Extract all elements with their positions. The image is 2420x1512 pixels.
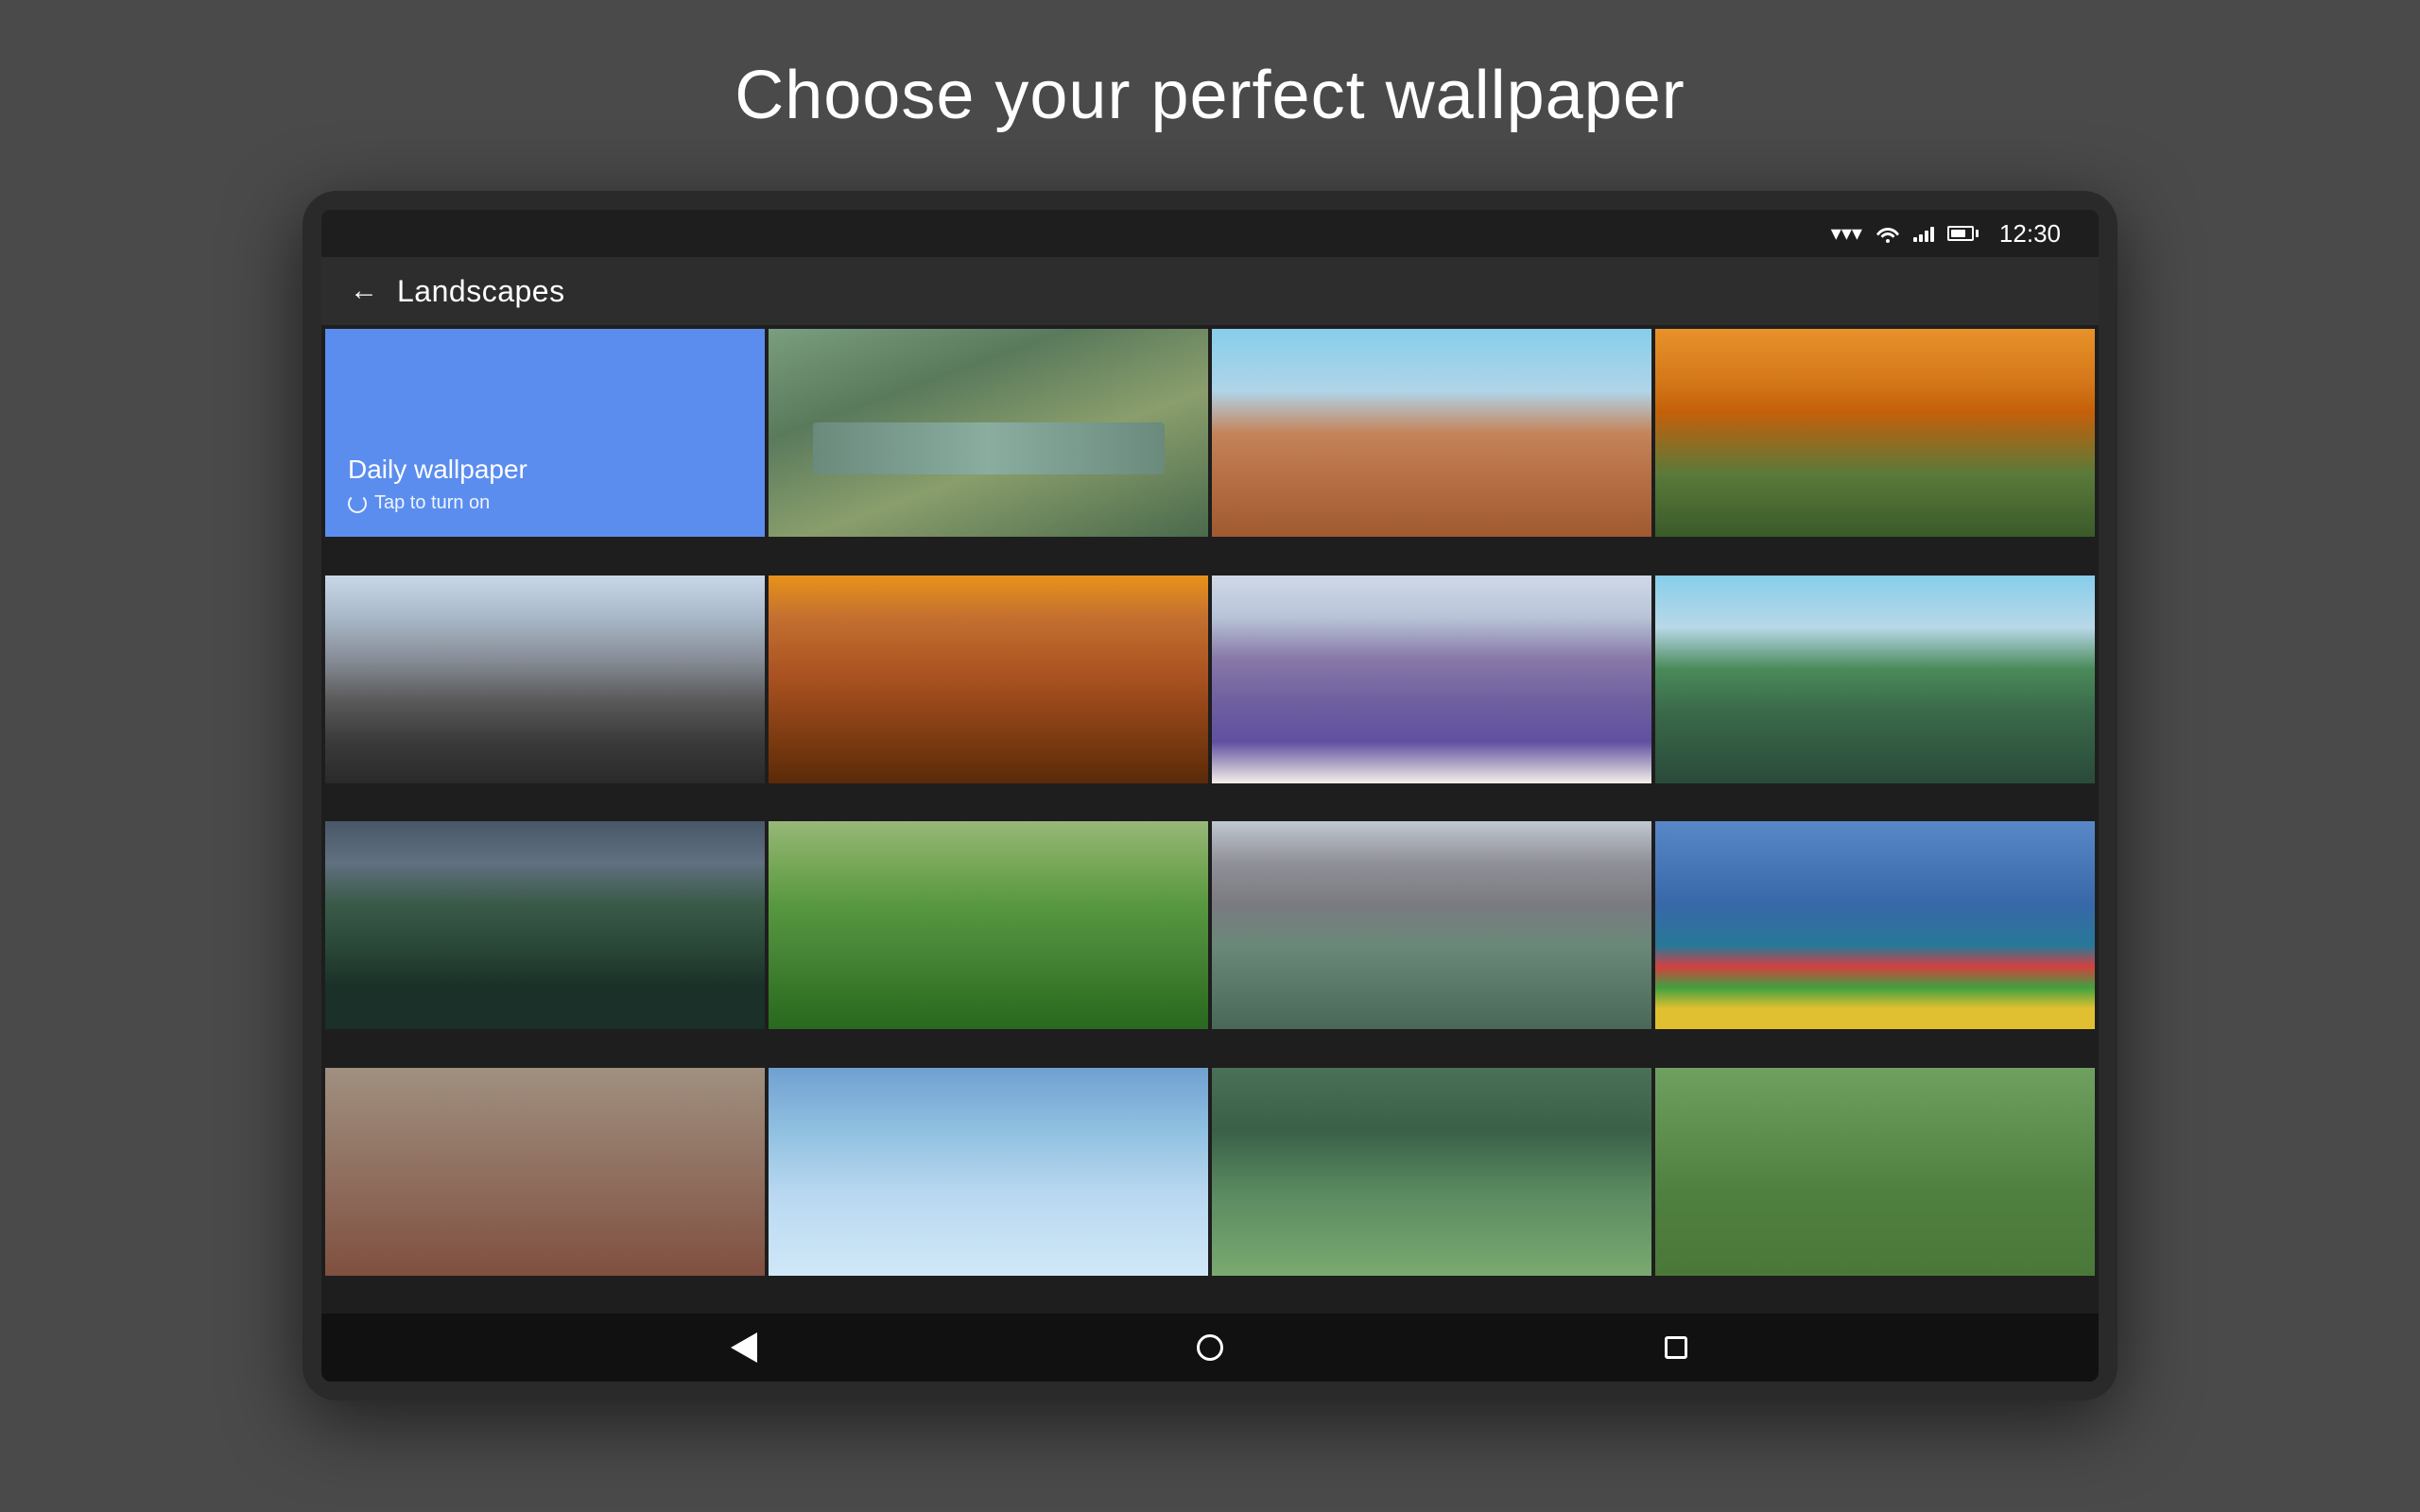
status-bar: ▾▾▾ [321, 210, 2099, 257]
daily-wallpaper-subtitle: Tap to turn on [348, 492, 742, 514]
wallpaper-item-volcano[interactable] [1655, 576, 2095, 783]
back-button[interactable]: ← [350, 275, 378, 307]
refresh-icon [348, 494, 367, 513]
nav-recent-button[interactable] [1648, 1319, 1704, 1376]
nav-bar [321, 1314, 2099, 1382]
nav-back-icon [731, 1332, 757, 1363]
wallpaper-item-rice-terraces[interactable] [769, 821, 1208, 1029]
wallpaper-item-partial2[interactable] [769, 1068, 1208, 1276]
status-icons: ▾▾▾ [1831, 219, 2061, 249]
wallpaper-item-colorful-boats[interactable] [1655, 821, 2095, 1029]
battery-icon [1947, 226, 1979, 241]
wallpaper-item-sunset-canyon[interactable] [1655, 329, 2095, 537]
app-bar-title: Landscapes [397, 274, 565, 309]
wallpaper-item-partial1[interactable] [325, 1068, 765, 1276]
nav-back-button[interactable] [716, 1319, 772, 1376]
wallpaper-item-snowy-mountain[interactable] [325, 576, 765, 783]
wallpaper-item-rocky-stream[interactable] [769, 329, 1208, 537]
wallpaper-item-mountain-lake[interactable] [325, 821, 765, 1029]
daily-wallpaper-card[interactable]: Daily wallpaper Tap to turn on [325, 329, 765, 537]
wallpaper-item-partial3[interactable] [1212, 1068, 1651, 1276]
nav-home-icon [1197, 1334, 1223, 1361]
status-time: 12:30 [1999, 219, 2061, 249]
wallpaper-item-lavender-field[interactable] [1212, 576, 1651, 783]
wifi-icon [1876, 224, 1900, 243]
nav-home-button[interactable] [1182, 1319, 1238, 1376]
daily-wallpaper-title: Daily wallpaper [348, 455, 742, 485]
wallpaper-item-partial4[interactable] [1655, 1068, 2095, 1276]
app-bar: ← Landscapes [321, 257, 2099, 325]
wifi-icon: ▾▾▾ [1831, 221, 1862, 246]
page-title: Choose your perfect wallpaper [735, 57, 1685, 134]
signal-icon [1913, 225, 1934, 242]
nav-recent-icon [1665, 1336, 1687, 1359]
tablet-device: ▾▾▾ [302, 191, 2118, 1400]
wallpaper-item-rock-arch[interactable] [1212, 329, 1651, 537]
wallpaper-item-red-canyon-road[interactable] [769, 576, 1208, 783]
wallpaper-grid: Daily wallpaper Tap to turn on [321, 325, 2099, 1314]
tablet-screen: ▾▾▾ [321, 210, 2099, 1382]
wallpaper-item-stone-bridge[interactable] [1212, 821, 1651, 1029]
